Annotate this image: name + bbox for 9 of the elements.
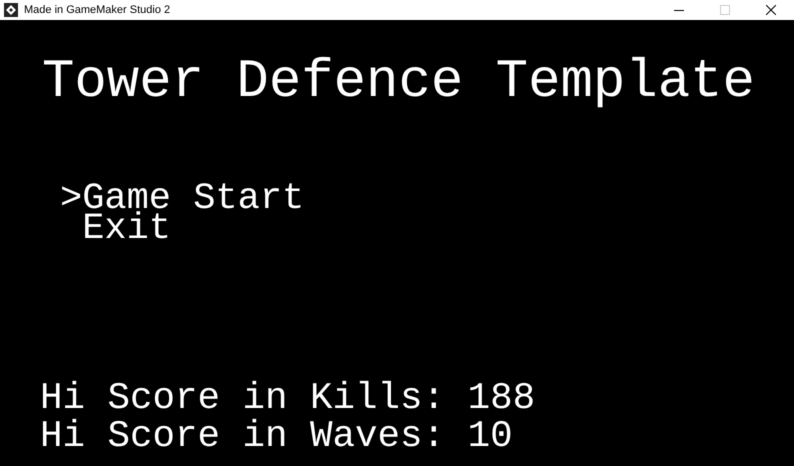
selection-cursor: > (60, 180, 82, 218)
window-title: Made in GameMaker Studio 2 (24, 2, 170, 18)
app-icon (4, 3, 18, 17)
maximize-icon (720, 5, 730, 15)
menu-item[interactable]: Exit (82, 210, 172, 248)
game-title: Tower Defence Template (42, 52, 755, 113)
score-text: Hi Score in Waves: 10 (40, 419, 513, 457)
close-icon (766, 5, 776, 15)
score-text: Hi Score in Kills: 188 (40, 381, 536, 419)
